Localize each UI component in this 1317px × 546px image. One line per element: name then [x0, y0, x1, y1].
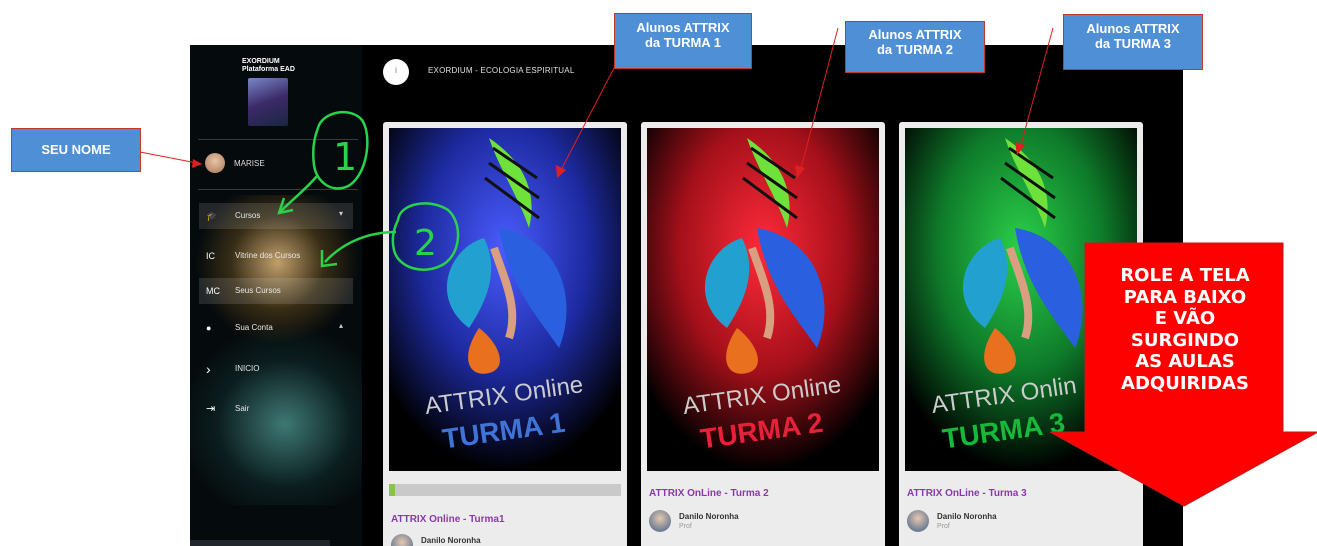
callout-line: da TURMA 3: [1094, 36, 1172, 51]
pointer-arrowhead: [1015, 142, 1025, 155]
scroll-instruction-line: SURGINDO: [1130, 329, 1240, 351]
scroll-instruction-line: PARA BAIXO: [1123, 286, 1247, 308]
pointer-arrowhead: [192, 159, 202, 168]
pointer-line-turma1: [559, 67, 615, 173]
scroll-instruction-line: ADQUIRIDAS: [1121, 372, 1249, 394]
callout-turma-1: Alunos ATTRIX da TURMA 1: [614, 13, 752, 69]
callout-turma-2: Alunos ATTRIX da TURMA 2: [845, 21, 985, 73]
scroll-instruction-line: E VÃO: [1154, 308, 1216, 329]
scroll-instruction-line: AS AULAS: [1135, 351, 1235, 372]
pointer-arrowhead: [795, 165, 805, 178]
pointer-arrowhead: [556, 165, 566, 178]
callout-line: Alunos ATTRIX: [868, 27, 962, 42]
callout-line: Alunos ATTRIX: [1086, 21, 1180, 36]
callout-turma-3: Alunos ATTRIX da TURMA 3: [1063, 14, 1203, 70]
callout-text: SEU NOME: [41, 142, 111, 157]
callout-line: Alunos ATTRIX: [636, 20, 730, 35]
scroll-instruction-line: ROLE A TELA: [1120, 265, 1250, 286]
callout-line: da TURMA 1: [644, 35, 722, 50]
step-1-arrow: [279, 174, 319, 213]
step-2-number: 2: [414, 223, 437, 264]
callout-line: da TURMA 2: [876, 42, 954, 57]
callout-seu-nome: SEU NOME: [11, 128, 141, 172]
pointer-line-turma2: [799, 27, 839, 173]
step-2-arrow: [324, 230, 397, 263]
pointer-line-turma3: [1019, 27, 1054, 149]
step-1-number: 1: [333, 135, 357, 179]
scroll-instruction: ROLE A TELA PARA BAIXO E VÃO SURGINDO AS…: [1095, 265, 1275, 394]
